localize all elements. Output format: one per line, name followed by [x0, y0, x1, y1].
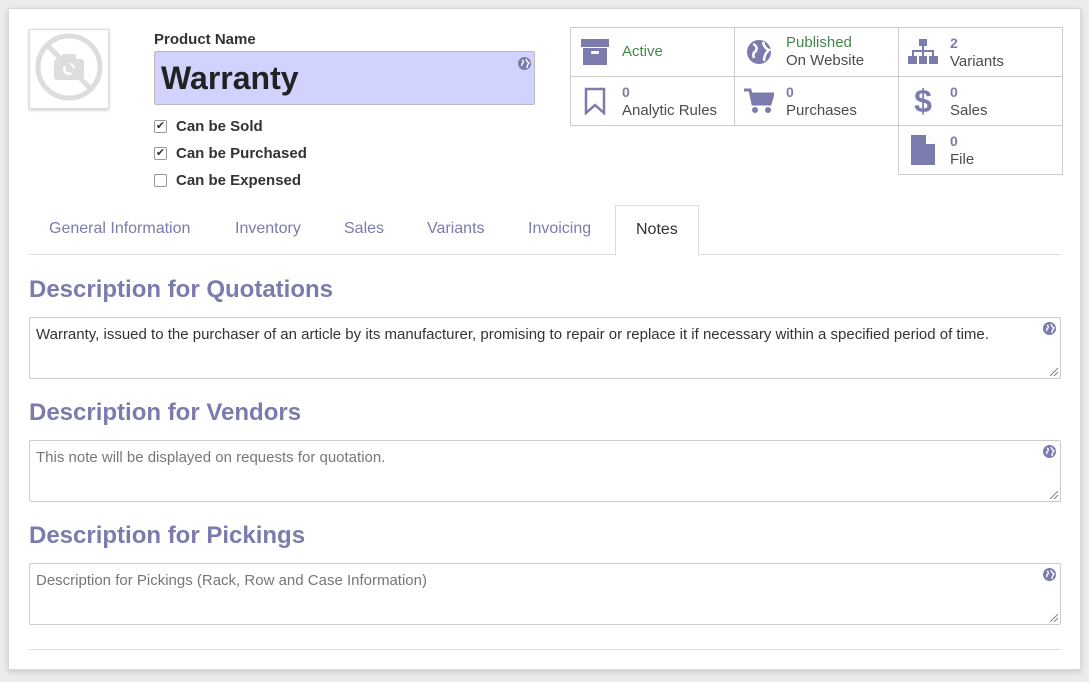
resize-handle[interactable] [1050, 491, 1058, 499]
quotations-description-field[interactable]: Warranty, issued to the purchaser of an … [29, 317, 1061, 379]
tab-inventory[interactable]: Inventory [215, 205, 321, 255]
notebook-tabs: General Information Inventory Sales Vari… [29, 205, 1061, 256]
can-be-sold-label: Can be Sold [176, 118, 263, 135]
resize-handle[interactable] [1050, 368, 1058, 376]
can-be-purchased-checkbox[interactable]: ✔ [154, 147, 167, 160]
variants-count: 2 [950, 34, 958, 51]
website-label: On Website [786, 52, 865, 69]
purchases-button[interactable]: 0 Purchases [734, 76, 899, 126]
globe-icon [744, 37, 774, 67]
variants-button[interactable]: 2 Variants [898, 27, 1063, 77]
quotations-title: Description for Quotations [29, 276, 334, 303]
translate-globe-icon[interactable] [1043, 445, 1056, 458]
variants-text: 2 Variants [950, 34, 1004, 71]
can-be-sold-row[interactable]: ✔ Can be Sold [154, 113, 307, 140]
can-be-expensed-checkbox[interactable] [154, 174, 167, 187]
analytic-count: 0 [622, 83, 630, 100]
pickings-placeholder: Description for Pickings (Rack, Row and … [36, 572, 427, 589]
sales-count: 0 [950, 83, 958, 100]
quotations-description-text: Warranty, issued to the purchaser of an … [36, 326, 989, 343]
file-icon [908, 135, 938, 165]
file-button[interactable]: 0 File [898, 125, 1063, 175]
website-status: Published [786, 34, 852, 51]
archive-icon [580, 37, 610, 67]
vendors-description-field[interactable]: This note will be displayed on requests … [29, 440, 1061, 502]
sales-button[interactable]: $ 0 Sales [898, 76, 1063, 126]
dollar-icon: $ [914, 82, 932, 119]
file-label: File [950, 150, 975, 168]
tab-general-information[interactable]: General Information [29, 205, 210, 255]
sales-text: 0 Sales [950, 83, 988, 120]
variants-label: Variants [950, 52, 1004, 70]
bookmark-icon [580, 86, 610, 116]
product-image[interactable] [29, 29, 109, 109]
product-name-label: Product Name [154, 31, 256, 48]
translate-globe-icon[interactable] [1043, 568, 1056, 581]
resize-handle[interactable] [1050, 614, 1058, 622]
pickings-title: Description for Pickings [29, 522, 306, 549]
analytic-text: 0 Analytic Rules [622, 83, 717, 120]
product-flags: ✔ Can be Sold ✔ Can be Purchased Can be … [154, 113, 307, 194]
pickings-description-field[interactable]: Description for Pickings (Rack, Row and … [29, 563, 1061, 625]
vendors-placeholder: This note will be displayed on requests … [36, 449, 386, 466]
can-be-expensed-row[interactable]: Can be Expensed [154, 167, 307, 194]
website-button[interactable]: Published On Website [734, 27, 899, 77]
sales-label: Sales [950, 101, 988, 119]
active-label: Active [622, 43, 663, 60]
cart-icon [744, 86, 774, 116]
can-be-sold-checkbox[interactable]: ✔ [154, 120, 167, 133]
tab-variants[interactable]: Variants [407, 205, 505, 255]
form-sheet: Product Name Warranty ✔ Can be Sold ✔ Ca… [8, 8, 1081, 670]
purchases-text: 0 Purchases [786, 83, 857, 120]
tab-sales[interactable]: Sales [324, 205, 404, 255]
product-name-input[interactable]: Warranty [154, 51, 535, 105]
translate-globe-icon[interactable] [1043, 322, 1056, 335]
can-be-purchased-row[interactable]: ✔ Can be Purchased [154, 140, 307, 167]
divider [29, 649, 1061, 650]
purchases-count: 0 [786, 83, 794, 100]
file-count: 0 [950, 132, 958, 149]
file-text: 0 File [950, 132, 974, 169]
website-text: Published On Website [786, 34, 864, 70]
can-be-purchased-label: Can be Purchased [176, 145, 307, 162]
sitemap-icon [908, 37, 938, 67]
vendors-title: Description for Vendors [29, 399, 302, 426]
can-be-expensed-label: Can be Expensed [176, 172, 302, 189]
no-camera-icon [34, 32, 104, 107]
analytic-rules-button[interactable]: 0 Analytic Rules [570, 76, 735, 126]
tab-notes[interactable]: Notes [615, 205, 699, 256]
active-button[interactable]: Active [570, 27, 735, 77]
translate-globe-icon[interactable] [518, 57, 531, 70]
purchases-label: Purchases [786, 101, 857, 119]
tab-invoicing[interactable]: Invoicing [508, 205, 611, 255]
analytic-label: Analytic Rules [622, 101, 718, 119]
